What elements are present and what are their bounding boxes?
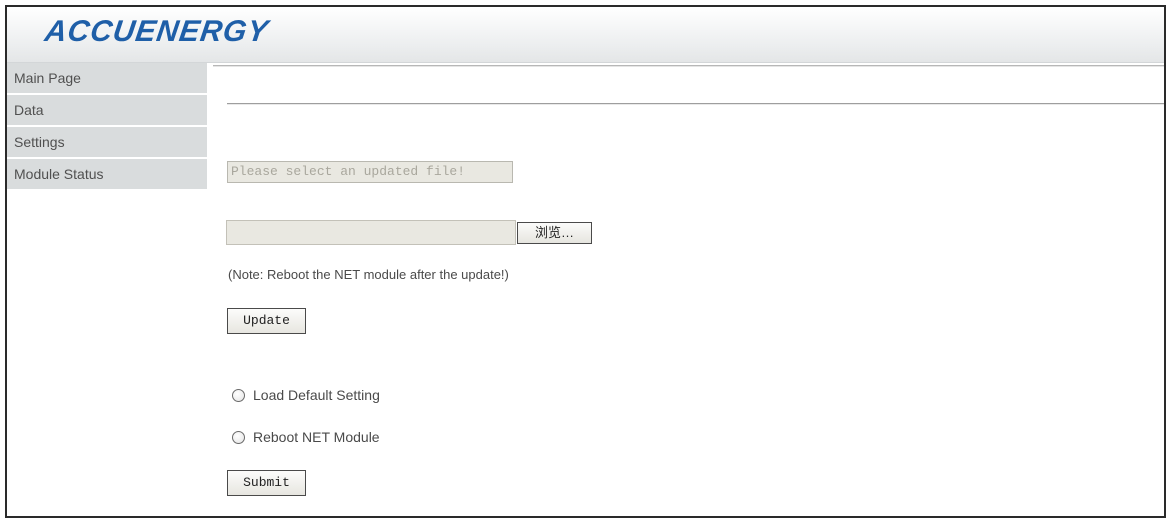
load-default-setting-option[interactable]: Load Default Setting <box>232 387 380 403</box>
update-button[interactable]: Update <box>227 308 306 334</box>
reboot-net-label: Reboot NET Module <box>253 429 380 445</box>
sidebar: Main Page Data Settings Module Status <box>7 63 207 191</box>
page-frame: ACCUENERGY Main Page Data Settings Modul… <box>5 5 1166 518</box>
file-status-field: Please select an updated file! <box>227 161 513 183</box>
reboot-net-module-option[interactable]: Reboot NET Module <box>232 429 380 445</box>
header: ACCUENERGY <box>7 7 1164 63</box>
reboot-note: (Note: Reboot the NET module after the u… <box>228 267 509 282</box>
load-default-radio[interactable] <box>232 388 245 402</box>
divider-top <box>213 65 1164 67</box>
sidebar-item-data[interactable]: Data <box>7 95 207 127</box>
file-path-input[interactable] <box>226 220 516 245</box>
sidebar-item-module-status[interactable]: Module Status <box>7 159 207 191</box>
browse-button[interactable]: 浏览… <box>517 222 592 244</box>
accuenergy-logo: ACCUENERGY <box>42 15 271 48</box>
load-default-label: Load Default Setting <box>253 387 380 403</box>
reboot-net-radio[interactable] <box>232 430 245 444</box>
submit-button[interactable]: Submit <box>227 470 306 496</box>
sidebar-item-settings[interactable]: Settings <box>7 127 207 159</box>
sidebar-item-main-page[interactable]: Main Page <box>7 63 207 95</box>
divider-bottom <box>227 103 1164 105</box>
